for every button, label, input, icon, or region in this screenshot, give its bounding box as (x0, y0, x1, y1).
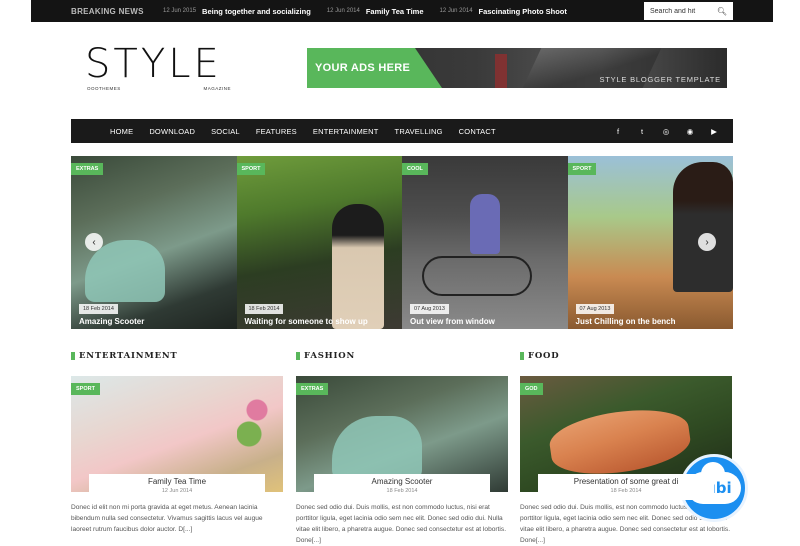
section-heading-fashion: Fashion (296, 351, 355, 361)
nav-item-travelling[interactable]: Travelling (387, 127, 451, 136)
slide-date: 18 Feb 2014 (244, 304, 284, 314)
ticker-item[interactable]: 12 Jun 2014 Family Tea Time (327, 7, 424, 16)
slide-category[interactable]: Extras (71, 163, 104, 175)
post-excerpt: Donec id elit non mi porta gravida at eg… (71, 504, 263, 533)
instagram-icon[interactable]: ◎ (661, 127, 671, 136)
site-logo[interactable]: STYLE OOOTHEMES MAGAZINE (85, 44, 235, 91)
ticker-date: 12 Jun 2014 (439, 8, 473, 14)
nav-item-features[interactable]: Features (248, 127, 305, 136)
facebook-icon[interactable]: f (613, 127, 623, 136)
slider-next-button[interactable]: › (698, 233, 716, 251)
post-card[interactable]: Extras Amazing Scooter 18 Feb 2014 Donec… (296, 376, 508, 544)
person-shape (672, 162, 733, 292)
slide-title[interactable]: Waiting for someone to show up (245, 317, 368, 326)
slide-title[interactable]: Just Chilling on the bench (576, 317, 676, 326)
breaking-news-label: Breaking News (71, 6, 144, 16)
ad-tagline: Style Blogger Template (599, 75, 721, 84)
post-date: 12 Jun 2014 (161, 488, 193, 494)
slider-prev-button[interactable]: ‹ (85, 233, 103, 251)
post-caption: Family Tea Time 12 Jun 2014 (89, 474, 265, 500)
slide[interactable]: Cool 07 Aug 2013 Out view from window (402, 156, 568, 329)
ticker-item[interactable]: 12 Jun 2014 Fascinating Photo Shoot (440, 7, 567, 16)
logo-left-subtitle: OOOTHEMES (87, 86, 121, 91)
post-caption: Presentation of some great di 18 Feb 201… (538, 474, 714, 500)
post-title[interactable]: Presentation of some great di (538, 474, 714, 486)
post-title[interactable]: Family Tea Time (89, 474, 265, 486)
slide-title[interactable]: Amazing Scooter (79, 317, 144, 326)
post-title[interactable]: Amazing Scooter (314, 474, 490, 486)
bicycle-shape (422, 256, 532, 296)
section-title[interactable]: Entertainment (79, 351, 178, 361)
post-card[interactable]: God Presentation of some great di 18 Feb… (520, 376, 732, 544)
section-title[interactable]: Fashion (304, 351, 355, 361)
person-shape (331, 204, 384, 329)
slide-date: 07 Aug 2013 (575, 304, 615, 314)
flowers-shape (237, 386, 277, 466)
section-heading-food: Food (520, 351, 559, 361)
ad-banner[interactable]: YOUR ADS HERE Style Blogger Template (307, 48, 727, 88)
heading-marker (520, 352, 524, 360)
nav-item-home[interactable]: Home (102, 127, 141, 136)
youtube-icon[interactable]: ▶ (709, 127, 719, 136)
heading-marker (71, 352, 75, 360)
section-title[interactable]: Food (528, 351, 559, 361)
slide[interactable]: Sport 18 Feb 2014 Waiting for someone to… (236, 156, 402, 329)
logo-wordmark: STYLE (85, 41, 222, 87)
post-date: 18 Feb 2014 (610, 488, 642, 494)
pinterest-icon[interactable]: ◉ (685, 127, 695, 136)
slide-category[interactable]: Sport (567, 163, 597, 175)
ad-decoration (495, 54, 507, 88)
search-box: 🔍︎ (644, 2, 733, 20)
post-category[interactable]: God (520, 383, 543, 395)
slide-date: 18 Feb 2014 (79, 304, 118, 314)
search-icon[interactable]: 🔍︎ (717, 7, 727, 16)
scooter-shape (332, 416, 422, 480)
ticker-title[interactable]: Fascinating Photo Shoot (479, 7, 567, 16)
post-date: 18 Feb 2014 (386, 488, 418, 494)
post-category[interactable]: Sport (71, 383, 100, 395)
featured-slider: Extras 18 Feb 2014 Amazing Scooter Sport… (71, 156, 733, 329)
ad-green-panel: YOUR ADS HERE (307, 48, 442, 88)
cyclist-shape (470, 194, 500, 254)
food-shape (546, 402, 694, 482)
ad-headline: YOUR ADS HERE (315, 62, 411, 74)
ticker-date: 12 Jun 2014 (326, 8, 360, 14)
post-category[interactable]: Extras (296, 383, 329, 395)
news-ticker: 12 Jun 2015 Being together and socializi… (163, 7, 567, 16)
slide-category[interactable]: Sport (236, 163, 266, 175)
ticker-title[interactable]: Family Tea Time (366, 7, 424, 16)
section-heading-entertainment: Entertainment (71, 351, 178, 361)
social-links: f t ◎ ◉ ▶ (613, 127, 719, 136)
post-card[interactable]: Sport Family Tea Time 12 Jun 2014 Donec … (71, 376, 283, 533)
heading-marker (296, 352, 300, 360)
nav-item-entertainment[interactable]: Entertainment (305, 127, 387, 136)
nav-item-contact[interactable]: Contact (451, 127, 504, 136)
post-excerpt: Donec sed odio dui. Duis mollis, est non… (296, 504, 507, 544)
nav-item-download[interactable]: Download (141, 127, 203, 136)
logo-right-subtitle: MAGAZINE (203, 86, 231, 91)
nav-menu: Home Download Social Features Entertainm… (71, 127, 504, 136)
ticker-date: 12 Jun 2015 (163, 8, 197, 14)
post-caption: Amazing Scooter 18 Feb 2014 (314, 474, 490, 500)
ticker-title[interactable]: Being together and socializing (202, 7, 311, 16)
search-input[interactable] (650, 7, 712, 15)
slide-title[interactable]: Out view from window (410, 317, 495, 326)
nav-item-social[interactable]: Social (203, 127, 248, 136)
ticker-item[interactable]: 12 Jun 2015 Being together and socializi… (163, 7, 311, 16)
breaking-news-bar: Breaking News 12 Jun 2015 Being together… (31, 0, 773, 22)
slide-category[interactable]: Cool (402, 163, 428, 175)
slide-date: 07 Aug 2013 (410, 304, 449, 314)
main-navigation: Home Download Social Features Entertainm… (71, 119, 733, 143)
twitter-icon[interactable]: t (637, 127, 647, 136)
